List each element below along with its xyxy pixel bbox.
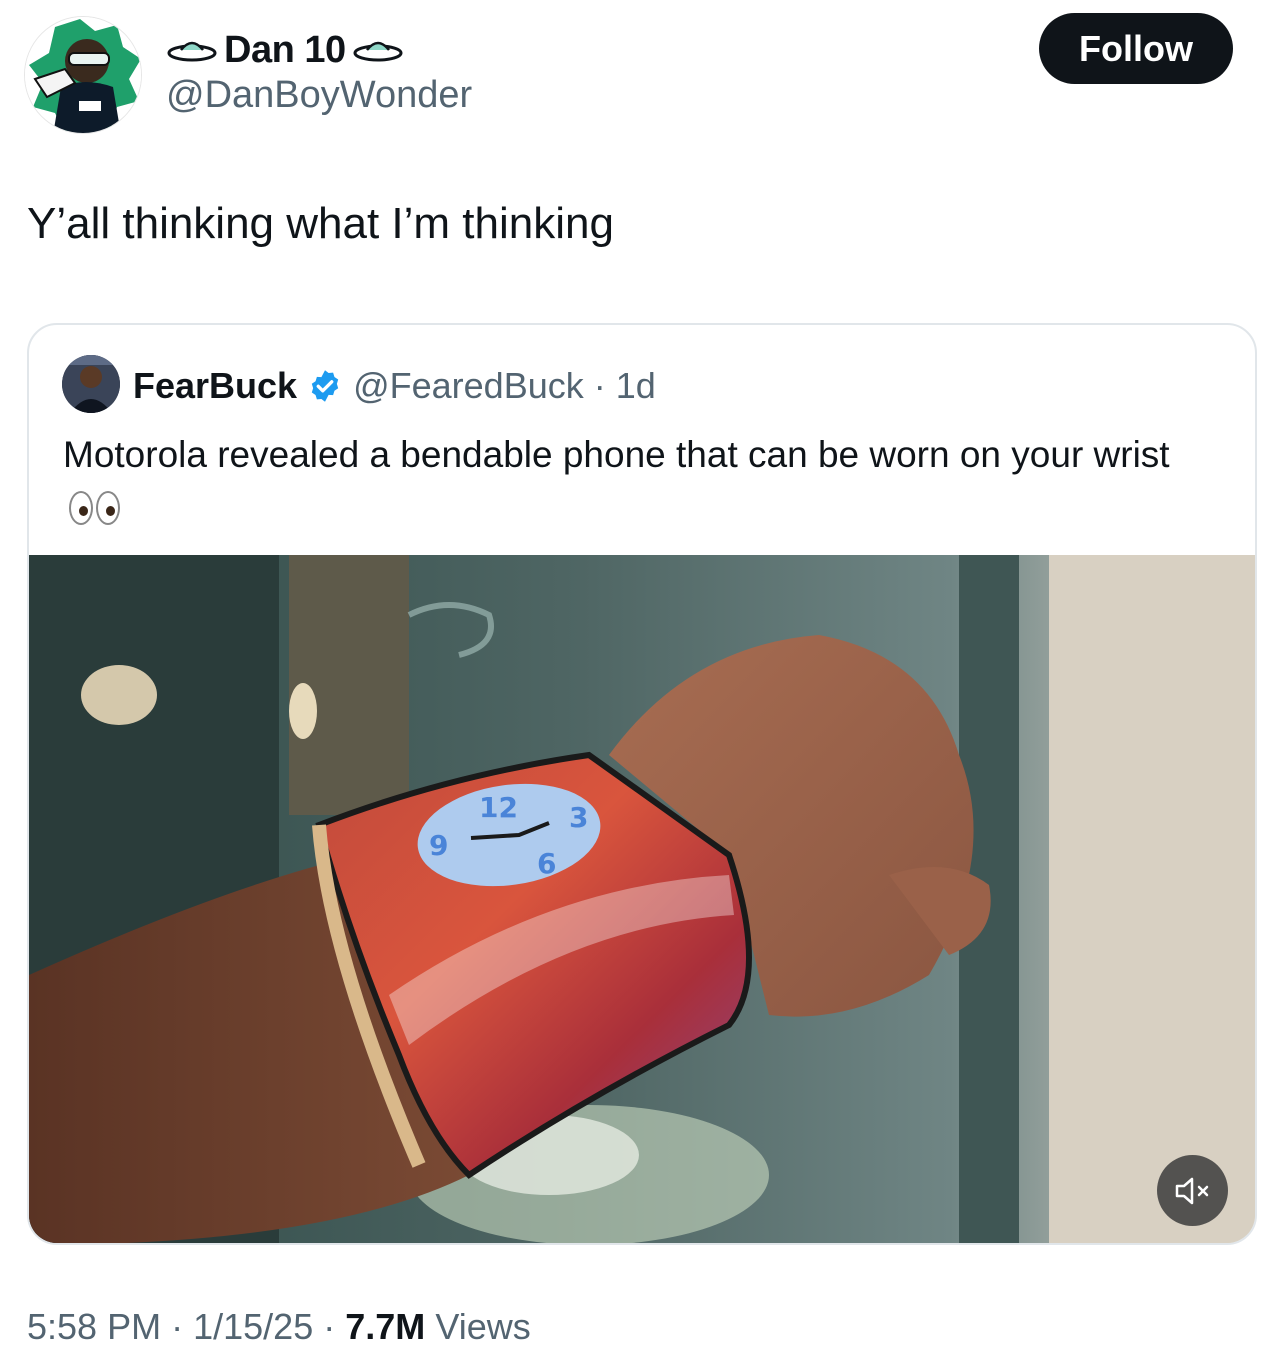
- ufo-icon: [167, 41, 217, 62]
- author-avatar[interactable]: [24, 16, 142, 134]
- quoted-author-avatar[interactable]: [62, 355, 120, 413]
- eye-right: [96, 491, 120, 526]
- quoted-tweet-text: Motorola revealed a bendable phone that …: [63, 429, 1233, 531]
- quoted-display-name[interactable]: FearBuck: [133, 365, 297, 407]
- separator-dot: ·: [593, 365, 606, 406]
- follow-button[interactable]: Follow: [1039, 13, 1233, 84]
- post-time[interactable]: 5:58 PM: [27, 1306, 161, 1347]
- quoted-timestamp[interactable]: 1d: [616, 365, 656, 407]
- author-display-name[interactable]: Dan 10: [224, 29, 346, 72]
- eye-left: [69, 491, 93, 526]
- views-label: Views: [435, 1306, 531, 1347]
- cartoon-character-avatar: [25, 17, 141, 133]
- clock-number-6: 6: [537, 847, 556, 880]
- eyes-emoji-icon: [69, 491, 120, 526]
- wrist-bendable-phone-photo: 12 3 6 9: [29, 555, 1255, 1243]
- clock-number-3: 3: [569, 801, 588, 834]
- mute-toggle-button[interactable]: [1157, 1155, 1228, 1226]
- tweet-meta: 5:58 PM · 1/15/25 · 7.7M Views: [27, 1306, 531, 1348]
- separator-dot: ·: [323, 1306, 336, 1347]
- video-player[interactable]: 12 3 6 9: [29, 555, 1255, 1243]
- tweet-text: Y’all thinking what I’m thinking: [27, 199, 614, 248]
- author-name-row[interactable]: Dan 10: [166, 24, 404, 76]
- views-count: 7.7M: [345, 1306, 426, 1347]
- verified-badge-icon: [311, 370, 339, 402]
- separator-dot: ·: [171, 1306, 184, 1347]
- clock-number-9: 9: [429, 829, 448, 862]
- quoted-tweet-header: FearBuck @FearedBuck · 1d: [133, 361, 656, 411]
- clock-number-12: 12: [479, 791, 518, 824]
- muted-speaker-icon: [1175, 1177, 1208, 1204]
- post-date[interactable]: 1/15/25: [193, 1306, 313, 1347]
- quoted-handle[interactable]: @FearedBuck: [353, 365, 584, 407]
- quoted-tweet-card[interactable]: FearBuck @FearedBuck · 1d Motorola revea…: [27, 323, 1257, 1245]
- ufo-icon: [353, 41, 403, 62]
- author-handle[interactable]: @DanBoyWonder: [166, 74, 472, 117]
- quoted-tweet-body: Motorola revealed a bendable phone that …: [63, 434, 1170, 475]
- person-avatar-icon: [62, 355, 120, 413]
